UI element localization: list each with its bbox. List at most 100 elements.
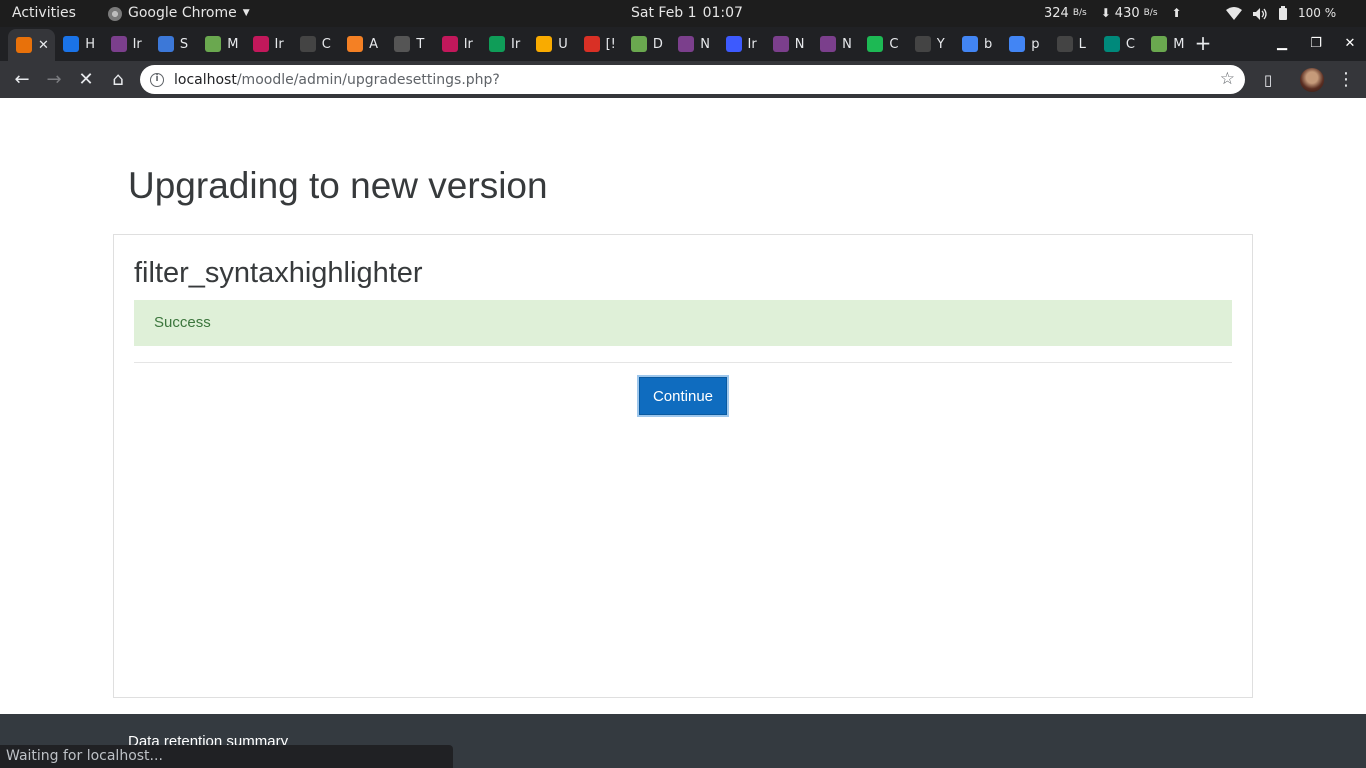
browser-tab[interactable]: p	[1001, 31, 1048, 57]
bookmark-star-icon[interactable]: ☆	[1220, 69, 1235, 89]
tab-title: S	[179, 36, 189, 52]
browser-tab[interactable]: [!	[576, 31, 623, 57]
browser-tab[interactable]: C	[292, 31, 339, 57]
browser-tab[interactable]: Y	[907, 31, 954, 57]
browser-tab[interactable]: N	[812, 31, 859, 57]
browser-tab[interactable]: H	[55, 31, 102, 57]
browser-tab[interactable]: M	[1143, 31, 1190, 57]
google-icon	[962, 36, 978, 52]
moodle-icon	[630, 36, 647, 52]
tab-title: N	[842, 36, 852, 52]
tab-title: Ir	[747, 36, 757, 52]
browser-tab[interactable]: Ir	[481, 31, 528, 57]
browser-tab[interactable]: Ir	[103, 31, 150, 57]
net-up-unit: B/s	[1072, 8, 1087, 18]
battery-percent: 100 %	[1298, 6, 1337, 20]
wifi-icon	[1226, 7, 1242, 20]
tab-title: C	[321, 36, 331, 52]
net-down-value: 430	[1114, 6, 1140, 21]
tab-title: Y	[936, 36, 945, 52]
browser-tab[interactable]: S	[150, 31, 197, 57]
github-icon	[1056, 36, 1073, 52]
tab-title: U	[558, 36, 568, 52]
moodle-loading-icon	[16, 37, 32, 53]
close-window-icon[interactable]: ✕	[1334, 27, 1366, 61]
a-icon	[583, 36, 600, 52]
upload-arrow-icon: ⬆	[1171, 6, 1182, 20]
system-status-menu[interactable]: 100 %	[1226, 0, 1336, 27]
tab-title[interactable]: ✕	[38, 38, 50, 53]
browser-tab[interactable]: C	[859, 31, 906, 57]
network-speed-indicator: 324 B/s ⬇ 430 B/s ⬆	[1044, 0, 1182, 27]
app-menu[interactable]: Google Chrome ▼	[108, 0, 250, 27]
browser-tab[interactable]: ✕	[8, 29, 55, 61]
restore-icon[interactable]: ❐	[1300, 27, 1332, 61]
browser-tab[interactable]: U	[528, 31, 575, 57]
tab-title: b	[984, 36, 993, 52]
success-alert: Success	[134, 300, 1232, 346]
continue-button[interactable]: Continue	[639, 377, 727, 415]
moodle-icon	[110, 36, 127, 52]
cap-icon	[441, 36, 458, 52]
tab-title: L	[1078, 36, 1086, 52]
plugin-heading: filter_syntaxhighlighter	[134, 257, 423, 289]
clock[interactable]: Sat Feb 1 01:07	[631, 0, 743, 27]
browser-tab[interactable]: Ir	[718, 31, 765, 57]
activities-button[interactable]: Activities	[12, 0, 76, 27]
address-bar[interactable]: i localhost/moodle/admin/upgradesettings…	[140, 65, 1245, 94]
site-info-icon[interactable]: i	[150, 72, 164, 87]
tab-title: D	[652, 36, 663, 52]
tab-title: A	[369, 36, 378, 52]
tab-title: N	[700, 36, 710, 52]
tab-title: Ir	[463, 36, 473, 52]
reading-mode-icon[interactable]: ▯	[1254, 66, 1282, 94]
browser-tab[interactable]: C	[1096, 31, 1143, 57]
tab-title: H	[85, 36, 96, 52]
moodle-icon	[678, 36, 695, 52]
tab-title: T	[416, 36, 425, 52]
tab-title: C	[1125, 36, 1135, 52]
browser-tab[interactable]: A	[339, 31, 386, 57]
window-controls: ▁ ❐ ✕	[1264, 27, 1366, 61]
tab-title: [!	[605, 36, 616, 52]
battery-icon	[1279, 6, 1287, 20]
browser-tab[interactable]: M	[197, 31, 244, 57]
browser-tab[interactable]: D	[623, 31, 670, 57]
browser-tab[interactable]: b	[954, 31, 1001, 57]
home-icon[interactable]: ⌂	[104, 66, 132, 94]
page-title: Upgrading to new version	[128, 165, 548, 206]
swirl-icon	[63, 36, 80, 52]
net-up-value: 324	[1044, 6, 1069, 21]
chat-icon	[157, 36, 174, 52]
clock-time: 01:07	[702, 5, 743, 21]
back-arrow-icon[interactable]: ←	[8, 66, 36, 94]
tab-title: N	[794, 36, 805, 52]
browser-tab[interactable]: L	[1049, 31, 1096, 57]
google-icon	[1009, 36, 1026, 52]
tab-title: Ir	[132, 36, 142, 52]
app-menu-label: Google Chrome	[128, 5, 237, 21]
new-tab-button[interactable]: +	[1194, 31, 1212, 57]
tab-title: Ir	[274, 36, 284, 52]
browser-tab[interactable]: Ir	[434, 31, 481, 57]
profile-avatar[interactable]	[1300, 68, 1324, 92]
tab-title: M	[227, 36, 239, 52]
forward-arrow-icon[interactable]: →	[40, 66, 68, 94]
caret-down-icon: ▼	[242, 8, 250, 18]
browser-tab[interactable]: Ir	[245, 31, 292, 57]
download-arrow-icon: ⬇	[1100, 6, 1111, 20]
tab-title: Ir	[511, 36, 521, 52]
github-icon	[914, 36, 931, 52]
cap-icon	[252, 36, 269, 52]
divider	[134, 362, 1232, 363]
system-top-bar: Activities Google Chrome ▼ Sat Feb 1 01:…	[0, 0, 1366, 27]
moodle-icon	[820, 36, 837, 52]
browser-tab[interactable]: T	[386, 31, 433, 57]
minimize-icon[interactable]: ▁	[1266, 27, 1298, 61]
more-menu-icon[interactable]: ⋮	[1332, 66, 1360, 94]
chrome-icon	[108, 6, 122, 21]
stackoverflow-icon	[347, 36, 364, 52]
browser-tab[interactable]: N	[765, 31, 812, 57]
browser-tab[interactable]: N	[670, 31, 717, 57]
stop-loading-icon[interactable]: ✕	[72, 66, 100, 94]
